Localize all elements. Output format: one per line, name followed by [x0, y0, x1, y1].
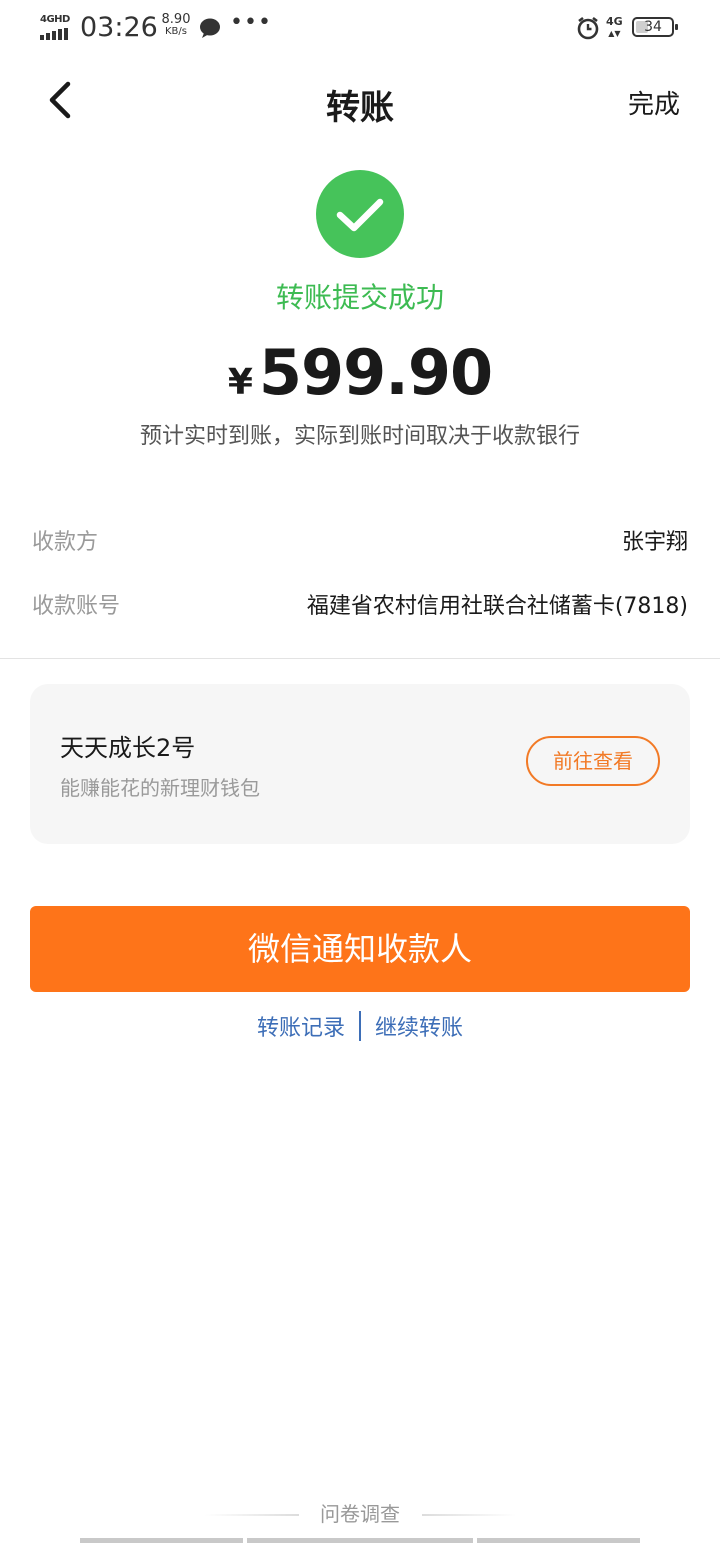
payee-label: 收款方 — [32, 530, 99, 555]
transfer-records-link[interactable]: 转账记录 — [257, 1010, 345, 1042]
secondary-links: 转账记录 继续转账 — [0, 1010, 720, 1046]
network-speed-value: 8.90 — [161, 12, 191, 27]
notify-payee-button[interactable]: 微信通知收款人 — [30, 906, 690, 992]
promo-subtitle: 能赚能花的新理财钱包 — [60, 776, 260, 800]
account-value: 福建省农村信用社联合社储蓄卡(7818) — [306, 594, 688, 619]
network-speed-unit: KB/s — [165, 26, 187, 37]
bottom-indicator-segment — [247, 1538, 473, 1543]
more-notifications-icon: ••• — [230, 10, 272, 35]
payee-value: 张宇翔 — [621, 530, 688, 555]
battery-percent: 34 — [644, 19, 662, 35]
page-title: 转账 — [326, 88, 394, 128]
bottom-indicator-segment — [80, 1538, 243, 1543]
arrival-note: 预计实时到账，实际到账时间取决于收款银行 — [139, 424, 580, 449]
network-speed: 8.90 KB/s — [158, 12, 194, 38]
currency-symbol: ¥ — [227, 362, 253, 403]
account-row: 收款账号 福建省农村信用社联合社储蓄卡(7818) — [32, 582, 688, 622]
link-separator — [359, 1011, 361, 1041]
bottom-indicator-segment — [477, 1538, 640, 1543]
continue-transfer-link[interactable]: 继续转账 — [375, 1010, 463, 1042]
cellular-label: 4G — [606, 15, 623, 28]
done-button[interactable]: 完成 — [628, 84, 680, 121]
cellular-data-icon: 4G ▲▼ — [606, 15, 623, 38]
status-time: 03:26 — [80, 12, 158, 43]
survey-divider-right — [422, 1514, 516, 1516]
nav-header: 转账 完成 — [0, 60, 720, 142]
survey-link[interactable]: 问卷调查 — [0, 1498, 720, 1527]
promo-title: 天天成长2号 — [60, 734, 196, 762]
section-divider — [0, 658, 720, 659]
transfer-amount: ¥599.90 — [0, 336, 720, 416]
alarm-icon — [577, 16, 599, 40]
cellular-signal-icon: 4GHD — [40, 14, 70, 40]
view-promo-button[interactable]: 前往查看 — [526, 736, 660, 786]
account-label: 收款账号 — [32, 594, 121, 619]
status-bar: 4GHD 03:26 8.90 KB/s ••• 4G ▲▼ 34 — [0, 0, 720, 56]
chat-bubble-icon — [200, 18, 220, 38]
amount-value: 599.90 — [258, 336, 493, 409]
transfer-status-text: 转账提交成功 — [275, 281, 444, 314]
success-check-icon — [316, 170, 404, 258]
battery-icon: 34 — [632, 17, 678, 37]
transfer-result-page: 4GHD 03:26 8.90 KB/s ••• 4G ▲▼ 34 转账 完成 … — [0, 0, 720, 1544]
payee-row: 收款方 张宇翔 — [32, 518, 688, 558]
promo-card[interactable]: 天天成长2号 能赚能花的新理财钱包 前往查看 — [30, 684, 690, 844]
network-type-label: 4GHD — [40, 14, 70, 25]
